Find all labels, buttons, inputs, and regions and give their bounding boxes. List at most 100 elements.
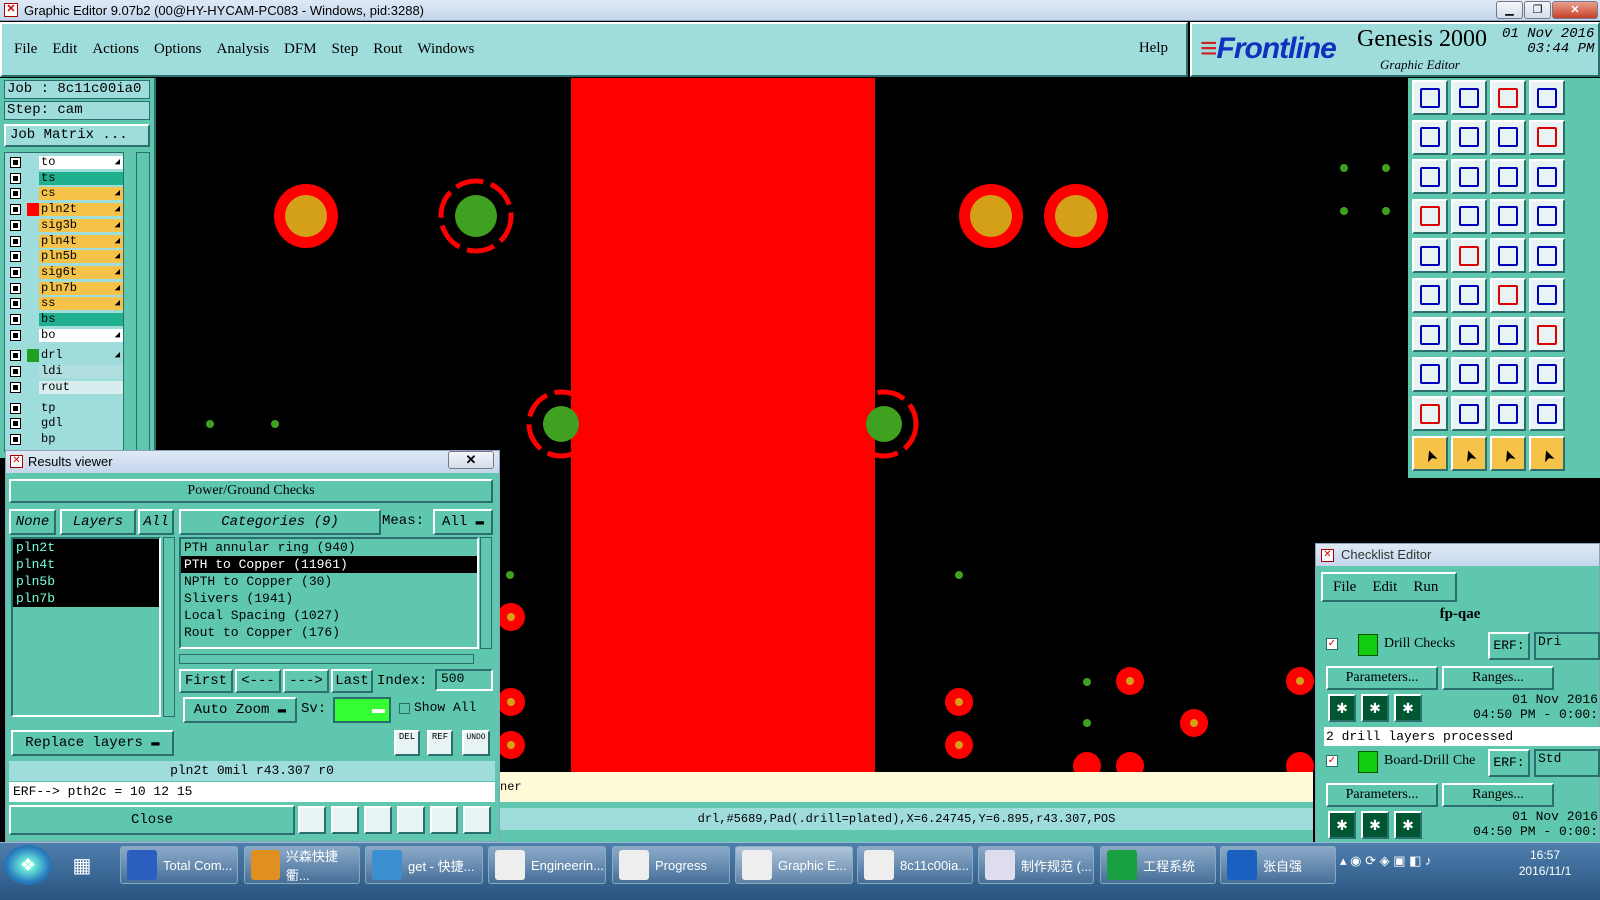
info-icon[interactable] xyxy=(298,806,326,834)
text-b-icon[interactable] xyxy=(1529,396,1565,431)
layer-row-to[interactable]: to ◢ xyxy=(5,155,125,170)
net-icon[interactable] xyxy=(1529,198,1565,234)
taskbar-item[interactable]: 8c11c00ia... xyxy=(857,846,973,884)
menu-help[interactable]: Help xyxy=(1139,40,1168,57)
move-up-icon[interactable] xyxy=(1412,80,1448,115)
none-button[interactable]: None xyxy=(9,509,56,535)
layer-color-swatch[interactable] xyxy=(27,365,39,378)
layer-color-swatch[interactable] xyxy=(27,381,39,394)
layer-name[interactable]: bo ◢ xyxy=(39,328,123,342)
prev-button[interactable]: <--- xyxy=(235,669,281,693)
layer-checkbox[interactable] xyxy=(10,219,21,231)
dot-icon[interactable] xyxy=(1529,238,1565,273)
select-icon[interactable]: ➤ xyxy=(1451,435,1487,471)
ranges-button[interactable]: Ranges... xyxy=(1442,666,1554,690)
layer-color-swatch[interactable] xyxy=(27,219,39,232)
cross-icon[interactable] xyxy=(1451,277,1487,313)
layer-row-ss[interactable]: ss ◢ xyxy=(5,296,125,311)
mirror-icon[interactable] xyxy=(1529,119,1565,155)
layer-color-swatch[interactable] xyxy=(27,402,39,415)
menu-edit[interactable]: Edit xyxy=(52,41,77,58)
layer-row-pln5b[interactable]: pln5b ◢ xyxy=(5,249,125,264)
layer-color-swatch[interactable] xyxy=(27,417,39,430)
layer-checkbox[interactable] xyxy=(10,157,21,168)
move-left-icon[interactable] xyxy=(1412,119,1448,155)
replace-layers-dropdown[interactable]: Replace layers ▬ xyxy=(11,730,174,756)
erf-input[interactable]: Std xyxy=(1534,749,1600,777)
select-alt-icon[interactable]: ➤ xyxy=(1490,435,1526,471)
layer-checkbox[interactable] xyxy=(10,282,21,294)
layer-name[interactable]: pln2t ◢ xyxy=(39,203,123,217)
layer-checkbox[interactable] xyxy=(10,266,21,278)
list-item[interactable]: pln2t xyxy=(13,539,159,556)
rerun-icon[interactable]: ✱ xyxy=(1361,811,1389,839)
layer-color-swatch[interactable] xyxy=(27,187,39,200)
rotate-icon[interactable] xyxy=(1490,119,1526,155)
layer-results-list[interactable]: pln2t pln4t pln5b pln7b xyxy=(11,537,161,717)
layer-name[interactable]: pln4t ◢ xyxy=(39,234,123,248)
menu-analysis[interactable]: Analysis xyxy=(217,41,270,58)
menu-dfm[interactable]: DFM xyxy=(284,41,317,58)
layer-row-gdl[interactable]: gdl xyxy=(5,416,125,431)
tray-icons[interactable]: ▴ ◉ ⟳ ◈ ▣ ◧ ♪ xyxy=(1340,853,1432,869)
pad[interactable] xyxy=(959,184,1023,248)
layer-color-swatch[interactable] xyxy=(27,203,39,217)
grid-icon[interactable] xyxy=(1451,198,1487,234)
layer-row-ldi[interactable]: ldi xyxy=(5,364,125,379)
move-right-icon[interactable] xyxy=(1451,119,1487,155)
layer-row-rout[interactable]: rout xyxy=(5,380,125,395)
taskbar-item[interactable]: get - 快捷... xyxy=(365,846,483,884)
check-run-icon[interactable] xyxy=(1358,751,1378,773)
layer-color-swatch[interactable] xyxy=(27,297,39,310)
taskbar-item[interactable]: Progress xyxy=(612,846,730,884)
results-close-icon[interactable]: ✕ xyxy=(448,451,494,469)
zoom-fit-icon[interactable] xyxy=(1412,159,1448,194)
profile-icon[interactable] xyxy=(1529,317,1565,352)
layer-row-sig6t[interactable]: sig6t ◢ xyxy=(5,265,125,280)
dash-icon[interactable] xyxy=(1451,356,1487,392)
menu-options[interactable]: Options xyxy=(154,41,202,58)
close-window-button[interactable]: ✕ xyxy=(1552,1,1598,19)
layer-checkbox[interactable] xyxy=(10,402,21,414)
layer-name[interactable]: pln7b ◢ xyxy=(39,281,123,295)
menu-file[interactable]: File xyxy=(14,41,37,58)
vector-icon[interactable] xyxy=(1529,277,1565,313)
ruler-icon[interactable] xyxy=(1490,238,1526,273)
job-matrix-button[interactable]: Job Matrix ... xyxy=(4,124,150,147)
slope-icon[interactable] xyxy=(1451,317,1487,352)
section-title[interactable]: Power/Ground Checks xyxy=(9,479,493,503)
list-item[interactable]: pln4t xyxy=(13,556,159,573)
stop-check-icon[interactable]: ✱ xyxy=(1394,694,1422,722)
erf-button[interactable]: ERF: xyxy=(1488,749,1530,777)
line-icon[interactable] xyxy=(1451,238,1487,273)
next-button[interactable]: ---> xyxy=(283,669,329,693)
layer-color-swatch[interactable] xyxy=(27,313,39,326)
list-item[interactable]: pln5b xyxy=(13,573,159,590)
snap-icon[interactable] xyxy=(1490,198,1526,234)
list-item[interactable]: PTH annular ring (940) xyxy=(181,539,477,556)
layer-row-pln7b[interactable]: pln7b ◢ xyxy=(5,281,125,296)
auto-zoom-dropdown[interactable]: Auto Zoom ▬ xyxy=(183,697,297,723)
dimension-icon[interactable] xyxy=(1490,356,1526,392)
categories-hscroll[interactable] xyxy=(179,654,474,664)
zoom-center-icon[interactable] xyxy=(1451,159,1487,194)
minimize-button[interactable]: ▁ xyxy=(1496,1,1523,19)
move-down-icon[interactable] xyxy=(1451,80,1487,115)
layer-checkbox[interactable] xyxy=(10,433,21,445)
taskbar-item[interactable]: 制作规范 (... xyxy=(978,846,1094,884)
text-icon[interactable] xyxy=(1451,396,1487,431)
layer-color-swatch[interactable] xyxy=(27,282,39,295)
list-item[interactable]: pln7b xyxy=(13,590,159,607)
angle-icon[interactable] xyxy=(1412,317,1448,352)
point-icon[interactable] xyxy=(1490,277,1526,313)
start-button-icon[interactable]: ❖ xyxy=(4,845,52,885)
index-input[interactable]: 500 xyxy=(435,669,493,691)
menu-actions[interactable]: Actions xyxy=(92,41,139,58)
pad-shape-icon[interactable] xyxy=(1412,238,1448,273)
layer-color-swatch[interactable] xyxy=(27,235,39,248)
all-layers-button[interactable]: All xyxy=(138,509,174,535)
taskbar-item[interactable]: Engineerin... xyxy=(488,846,606,884)
layer-name[interactable]: to ◢ xyxy=(39,156,123,169)
run-check-icon[interactable]: ✱ xyxy=(1328,811,1356,839)
chart-icon[interactable] xyxy=(463,806,491,834)
